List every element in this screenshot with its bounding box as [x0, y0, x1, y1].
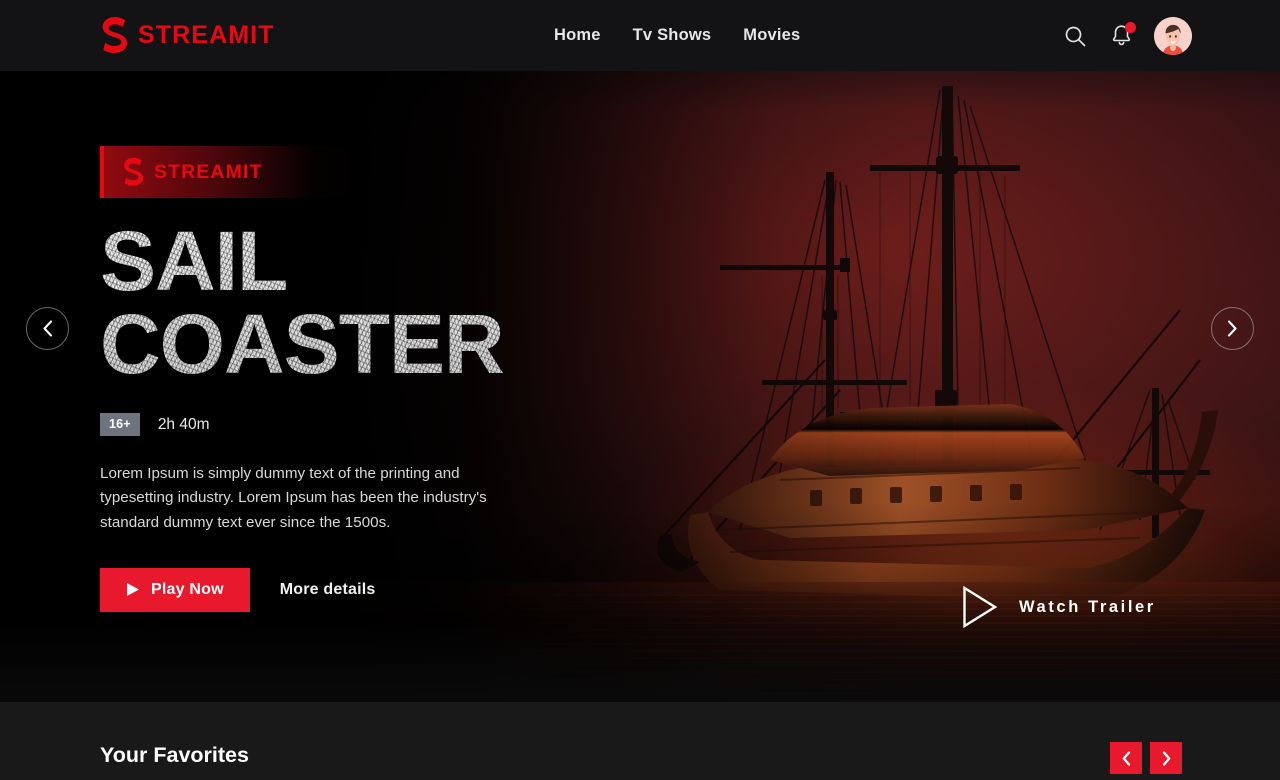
duration-label: 2h 40m: [157, 415, 210, 433]
chevron-left-icon: [1122, 750, 1130, 766]
chevron-right-icon: [1162, 750, 1170, 766]
play-triangle-icon: [127, 583, 139, 597]
hero-content: STREAMIT SAIL COASTER 16+ 2h 40m Lorem I…: [100, 146, 620, 612]
header-actions: [1062, 16, 1192, 55]
streamit-s-logo-icon: [124, 157, 144, 186]
watch-trailer-button[interactable]: Watch Trailer: [962, 586, 1156, 628]
main-nav: Home Tv Shows Movies: [554, 26, 800, 45]
favorites-prev-button[interactable]: [1110, 742, 1142, 774]
age-rating-badge: 16+: [100, 413, 140, 436]
hero-next-button[interactable]: [1211, 307, 1254, 350]
brand-logo[interactable]: STREAMIT: [100, 16, 275, 56]
watch-trailer-label: Watch Trailer: [1019, 597, 1156, 616]
notifications-button[interactable]: [1108, 21, 1136, 49]
hero-description: Lorem Ipsum is simply dummy text of the …: [100, 464, 487, 532]
play-now-label: Play Now: [151, 580, 224, 598]
hero-actions: Play Now More details: [100, 567, 620, 612]
chevron-left-icon: [43, 320, 53, 337]
chevron-right-icon: [1227, 320, 1237, 337]
hero-prev-button[interactable]: [26, 307, 69, 350]
more-details-link[interactable]: More details: [280, 581, 376, 599]
notification-badge-dot: [1125, 21, 1136, 33]
play-outline-icon: [963, 586, 998, 628]
user-avatar[interactable]: [1154, 16, 1192, 55]
search-button[interactable]: [1062, 23, 1088, 49]
page-title: SAIL COASTER: [100, 214, 620, 392]
hero-badge-label: STREAMIT: [154, 160, 263, 183]
nav-item-home[interactable]: Home: [554, 26, 601, 45]
favorites-title: Your Favorites: [100, 743, 249, 767]
streamit-s-logo-icon: [102, 16, 128, 53]
streamit-page: STREAMIT SAIL COASTER 16+ 2h 40m Lorem I…: [0, 0, 1280, 780]
hero-banner: STREAMIT SAIL COASTER 16+ 2h 40m Lorem I…: [0, 0, 1280, 702]
search-icon: [1065, 26, 1086, 46]
favorites-carousel-controls: [1110, 742, 1182, 774]
favorites-section: Your Favorites: [0, 702, 1280, 780]
favorites-next-button[interactable]: [1150, 742, 1182, 774]
nav-item-movies[interactable]: Movies: [743, 26, 800, 45]
play-now-button[interactable]: Play Now: [100, 567, 250, 612]
brand-name: STREAMIT: [138, 21, 275, 49]
title-line-1: SAIL: [100, 214, 288, 308]
hero-brand-badge: STREAMIT: [100, 146, 348, 198]
hero-meta: 16+ 2h 40m: [100, 413, 620, 436]
title-line-2: COASTER: [100, 297, 504, 392]
avatar-illustration-icon: [1154, 16, 1192, 55]
nav-item-tv-shows[interactable]: Tv Shows: [633, 26, 712, 45]
site-header: STREAMIT Home Tv Shows Movies: [0, 0, 1280, 71]
